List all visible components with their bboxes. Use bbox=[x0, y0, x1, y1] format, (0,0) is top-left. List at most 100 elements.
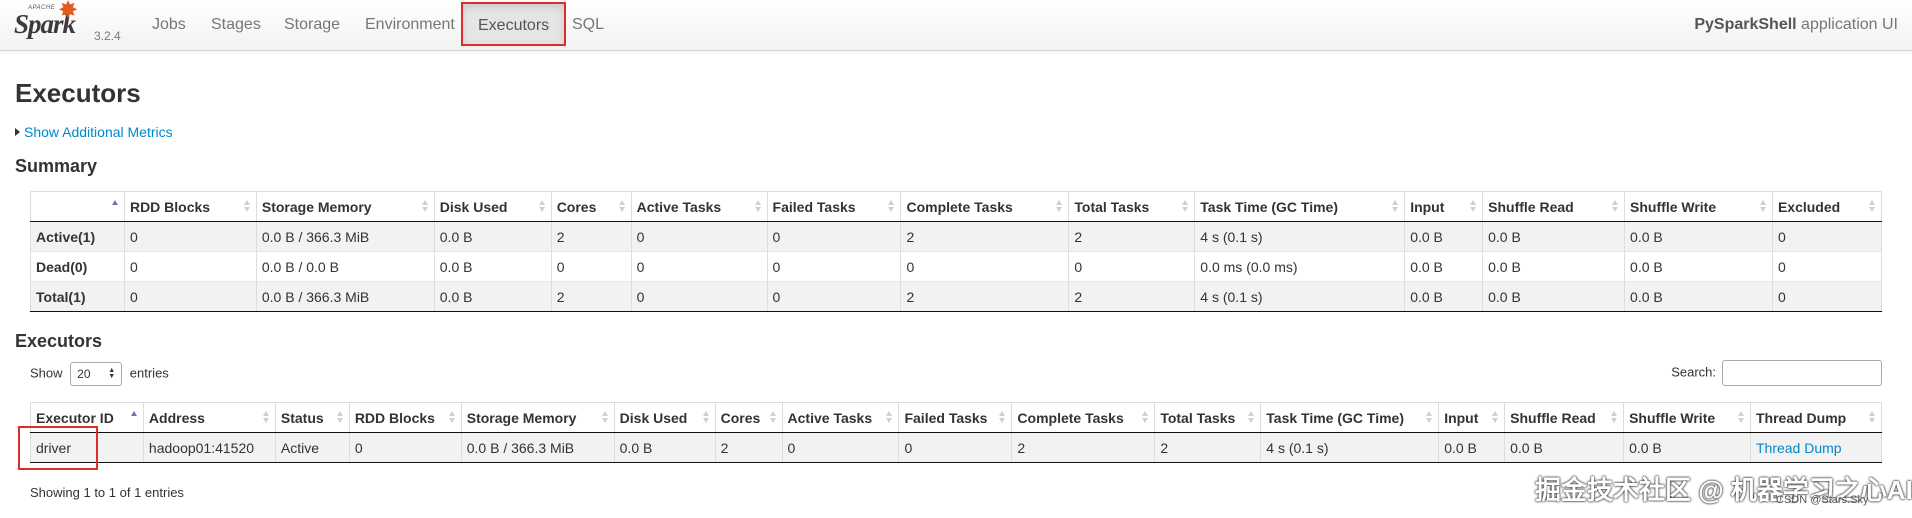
executors-col-header[interactable]: Disk Used bbox=[613, 402, 716, 433]
executors-col-header[interactable]: Active Tasks bbox=[781, 402, 900, 433]
table-cell: 0.0 B / 0.0 B bbox=[255, 251, 435, 282]
header-label: Disk Used bbox=[619, 409, 688, 426]
summary-col-header[interactable]: Input bbox=[1404, 191, 1484, 222]
nav-executors[interactable]: Executors bbox=[461, 2, 567, 46]
executors-col-header[interactable]: Thread Dump bbox=[1749, 402, 1883, 433]
executors-table: Executor ID Address Status RDD Blocks St… bbox=[30, 402, 1883, 463]
executors-col-header[interactable]: Storage Memory bbox=[460, 402, 615, 433]
summary-header-row: RDD Blocks Storage Memory Disk Used Core… bbox=[30, 191, 1883, 222]
summary-col-header[interactable]: Disk Used bbox=[433, 191, 552, 222]
summary-col-header[interactable]: Task Time (GC Time) bbox=[1194, 191, 1406, 222]
table-cell: 0 bbox=[900, 251, 1070, 282]
header-label: Shuffle Write bbox=[1629, 409, 1716, 426]
summary-heading: Summary bbox=[15, 156, 98, 176]
nav-sql[interactable]: SQL bbox=[572, 0, 604, 50]
sort-icon bbox=[1737, 411, 1745, 424]
nav-storage[interactable]: Storage bbox=[284, 0, 340, 50]
table-cell: 0.0 B bbox=[433, 251, 552, 282]
row-label: Active(1) bbox=[36, 228, 96, 245]
executors-col-header[interactable]: Shuffle Read bbox=[1504, 402, 1625, 433]
table-cell: 2 bbox=[900, 281, 1070, 312]
summary-col-header[interactable] bbox=[30, 191, 125, 222]
executors-col-header[interactable]: Cores bbox=[714, 402, 783, 433]
table-cell: Active bbox=[274, 432, 350, 463]
table-row: driver hadoop01:41520 Active 0 0.0 B / 3… bbox=[30, 432, 1883, 463]
table-cell: 0.0 B bbox=[1624, 281, 1773, 312]
app-name: PySparkShell bbox=[1694, 16, 1797, 33]
summary-col-header[interactable]: RDD Blocks bbox=[123, 191, 257, 222]
summary-col-header[interactable]: Shuffle Read bbox=[1482, 191, 1626, 222]
executors-col-header[interactable]: Address bbox=[142, 402, 276, 433]
table-cell: 0 bbox=[123, 251, 257, 282]
summary-row-active: Active(1) 0 0.0 B / 366.3 MiB 0.0 B 2 0 … bbox=[30, 221, 1883, 252]
summary-col-header[interactable]: Complete Tasks bbox=[900, 191, 1070, 222]
sort-icon bbox=[1612, 200, 1619, 213]
navbar: APACHE Spark ✸ 3.2.4 Jobs Stages Storage… bbox=[0, 0, 1912, 51]
table-cell: 2 bbox=[1068, 221, 1196, 252]
summary-col-header[interactable]: Shuffle Write bbox=[1624, 191, 1773, 222]
executors-col-header[interactable]: RDD Blocks bbox=[348, 402, 462, 433]
show-additional-metrics-link[interactable]: Show Additional Metrics bbox=[15, 124, 173, 140]
summary-col-header[interactable]: Total Tasks bbox=[1068, 191, 1196, 222]
summary-col-header[interactable]: Storage Memory bbox=[255, 191, 435, 222]
header-label: Cores bbox=[720, 409, 761, 426]
header-label: Address bbox=[148, 409, 205, 426]
header-label: Active Tasks bbox=[636, 198, 722, 215]
entries-select[interactable]: 20 ▲ ▼ bbox=[70, 362, 123, 386]
sort-icon bbox=[754, 200, 762, 213]
table-cell: Thread Dump bbox=[1749, 432, 1883, 463]
executors-col-header[interactable]: Task Time (GC Time) bbox=[1260, 402, 1440, 433]
header-label: Failed Tasks bbox=[904, 409, 988, 426]
summary-col-header[interactable]: Excluded bbox=[1771, 191, 1883, 222]
header-label: Shuffle Read bbox=[1488, 198, 1574, 215]
executors-col-header[interactable]: Failed Tasks bbox=[898, 402, 1013, 433]
executors-col-header[interactable]: Status bbox=[274, 402, 350, 433]
spark-logo[interactable]: APACHE Spark ✸ 3.2.4 bbox=[14, 0, 124, 48]
header-label: Storage Memory bbox=[466, 409, 577, 426]
table-cell: Dead(0) bbox=[30, 251, 125, 282]
summary-col-header[interactable]: Active Tasks bbox=[630, 191, 768, 222]
table-cell: hadoop01:41520 bbox=[142, 432, 276, 463]
sort-icon bbox=[618, 200, 626, 213]
table-cell: 0.0 B bbox=[1404, 221, 1484, 252]
table-cell: 0.0 B bbox=[1482, 281, 1626, 312]
executors-col-header[interactable]: Input bbox=[1438, 402, 1506, 433]
summary-col-header[interactable]: Failed Tasks bbox=[766, 191, 902, 222]
executors-col-header[interactable]: Total Tasks bbox=[1154, 402, 1262, 433]
nav-environment[interactable]: Environment bbox=[365, 0, 455, 50]
table-cell: Active(1) bbox=[30, 221, 125, 252]
table-cell: 0 bbox=[630, 221, 768, 252]
executors-col-header[interactable]: Shuffle Write bbox=[1623, 402, 1751, 433]
header-label: Shuffle Write bbox=[1630, 198, 1717, 215]
row-label: Dead(0) bbox=[36, 258, 88, 275]
summary-col-header[interactable]: Cores bbox=[550, 191, 632, 222]
header-label: Input bbox=[1444, 409, 1479, 426]
sort-icon bbox=[601, 411, 609, 424]
search-input[interactable] bbox=[1722, 360, 1882, 386]
sort-icon bbox=[1869, 200, 1876, 213]
executors-col-header[interactable]: Complete Tasks bbox=[1011, 402, 1156, 433]
header-label: Executor ID bbox=[36, 409, 114, 426]
table-cell: 0 bbox=[630, 281, 768, 312]
header-label: Storage Memory bbox=[261, 198, 372, 215]
sort-icon bbox=[1869, 411, 1876, 424]
caret-right-icon bbox=[15, 128, 20, 136]
header-label: Total Tasks bbox=[1160, 409, 1236, 426]
executors-heading: Executors bbox=[15, 331, 103, 351]
table-cell: 0 bbox=[766, 251, 902, 282]
thread-dump-link[interactable]: Thread Dump bbox=[1756, 440, 1842, 456]
header-label: Thread Dump bbox=[1755, 409, 1847, 426]
header-label: Total Tasks bbox=[1074, 198, 1150, 215]
nav-stages[interactable]: Stages bbox=[211, 0, 261, 50]
sort-icon bbox=[1426, 411, 1433, 424]
sort-icon bbox=[538, 200, 546, 213]
sort-icon bbox=[1611, 411, 1618, 424]
nav-jobs[interactable]: Jobs bbox=[152, 0, 186, 50]
table-cell: 0.0 B / 366.3 MiB bbox=[460, 432, 615, 463]
table-cell: 0.0 B / 366.3 MiB bbox=[255, 221, 435, 252]
table-cell: 0.0 B bbox=[433, 281, 552, 312]
sort-icon bbox=[888, 200, 895, 213]
header-label: Failed Tasks bbox=[772, 198, 856, 215]
app-title: PySparkShell application UI bbox=[1694, 0, 1898, 50]
sort-icon bbox=[243, 200, 251, 213]
